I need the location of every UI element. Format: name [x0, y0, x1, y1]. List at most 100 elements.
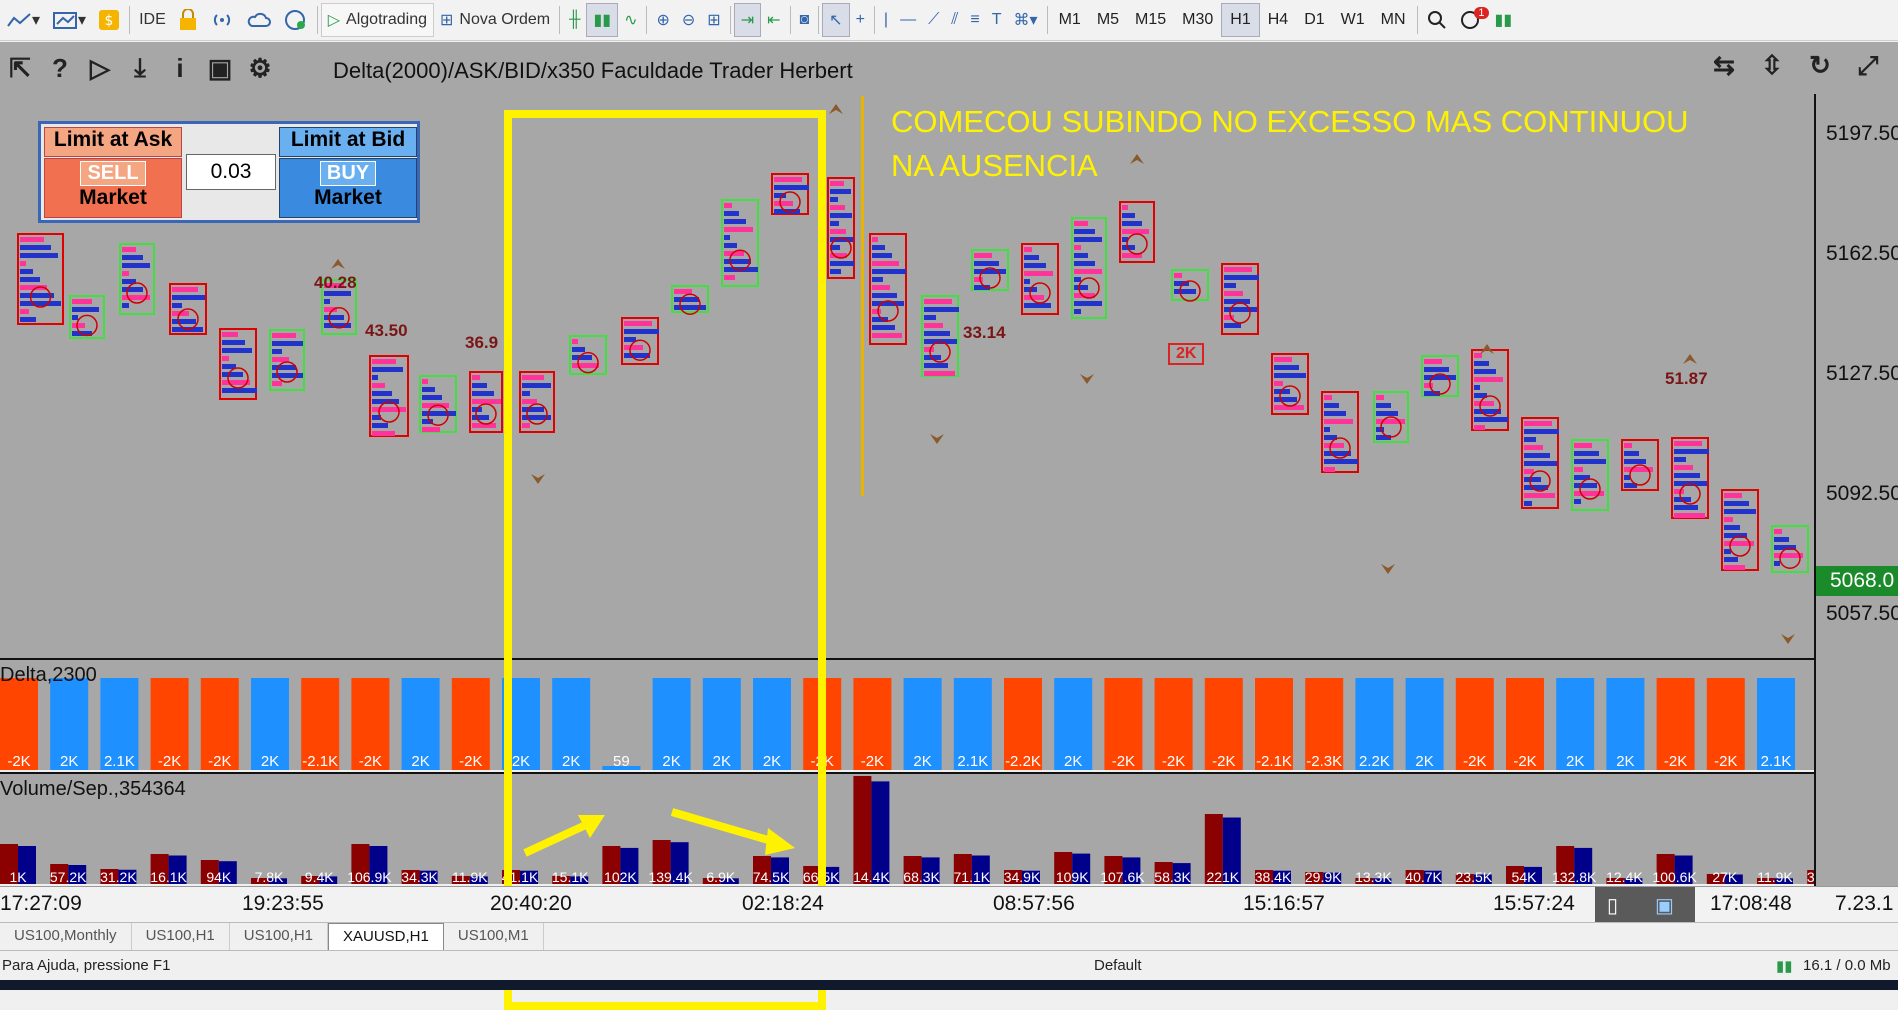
footprint-row — [830, 197, 838, 202]
zoom-in-icon[interactable]: ⊕ — [650, 3, 675, 37]
delta-indicator-pane[interactable]: Delta,2300 -2K 2K 2.1K -2K -2K 2K -2.1K -2K 2K -2… — [0, 658, 1814, 770]
gear-icon[interactable]: ⚙ — [240, 53, 280, 84]
lock-icon[interactable] — [172, 3, 204, 37]
footprint-row — [1574, 499, 1581, 504]
footprint-row — [872, 325, 895, 330]
footprint-row — [872, 333, 902, 338]
footprint-row — [1424, 375, 1456, 380]
candle-label: 43.50 — [365, 321, 408, 340]
widget-image-icon[interactable]: ▣ — [1655, 893, 1674, 918]
sell-button[interactable]: SELL Market — [44, 158, 182, 218]
sell-limit-button[interactable]: Limit at Ask — [44, 127, 182, 157]
play-outline-icon[interactable]: ▷ — [80, 53, 120, 84]
lot-size-input[interactable]: 0.03 — [186, 154, 276, 190]
footprint-row — [1574, 467, 1583, 472]
footprint-row — [1524, 501, 1532, 506]
algotrading-button[interactable]: ▷ Algotrading — [320, 3, 434, 37]
notifications-icon[interactable]: 1 — [1453, 3, 1489, 37]
chart-shift-icon[interactable]: ⇤ — [761, 3, 786, 37]
swap-arrows-icon[interactable]: ⇆ — [1704, 50, 1744, 82]
footprint-row — [1674, 457, 1686, 462]
crosshair-icon[interactable]: + — [850, 3, 871, 37]
text-icon[interactable]: T — [986, 3, 1008, 37]
signal-strength-icon[interactable]: ▮▮ — [1489, 3, 1519, 37]
chart-header: ⇱ ? ▷ ⤓ i ▣ ⚙ Delta(2000)/ASK/BID/x350 F… — [0, 42, 1898, 94]
buy-button[interactable]: BUY Market — [279, 158, 417, 218]
zoom-out-icon[interactable]: ⊖ — [676, 3, 701, 37]
timeframe-m15[interactable]: M15 — [1127, 3, 1174, 37]
cloud-icon[interactable] — [240, 3, 278, 37]
buy-limit-label: Limit at Bid — [290, 128, 406, 151]
chart-tab[interactable]: XAUUSD,H1 — [328, 923, 444, 950]
footprint-row — [272, 357, 289, 362]
footprint-row — [1474, 385, 1480, 390]
price-tick: 5057.50 — [1826, 602, 1898, 625]
volume-indicator-pane[interactable]: Volume/Sep.,354364 1K 57.2K 31.2K 16.1K 94K 7… — [0, 772, 1844, 885]
help-icon[interactable]: ? — [40, 53, 80, 84]
timeframe-m5[interactable]: M5 — [1089, 3, 1127, 37]
volume-bar-label: 34.8K — [1807, 869, 1814, 885]
delta-bar-label: -2K — [7, 753, 30, 770]
footprint-row — [1122, 229, 1149, 234]
arrow-up-left-icon[interactable]: ⇱ — [0, 53, 40, 84]
footprint-row — [1224, 275, 1259, 280]
price-axis[interactable]: 5197.50 5162.50 5127.50 5092.50 5057.50 … — [1814, 94, 1898, 890]
channel-icon[interactable]: ⫽ — [945, 3, 964, 37]
vps-icon[interactable] — [278, 3, 314, 37]
fit-vertical-icon[interactable]: ⇳ — [1752, 50, 1792, 82]
footprint-row — [1724, 493, 1742, 498]
search-icon[interactable] — [1421, 3, 1453, 37]
autoscroll-icon[interactable]: ⇥ — [733, 3, 762, 37]
new-order-icon: ⊞ — [440, 12, 454, 29]
vertical-line-icon[interactable]: | — [878, 3, 894, 37]
expand-icon[interactable]: ⤢ — [1848, 50, 1888, 82]
main-toolbar: ▾ ▾ $ IDE ▷ Algotrading ⊞ Nova Ordem ╫ ▮… — [0, 0, 1898, 41]
candlestick-icon[interactable]: ▮▮ — [586, 3, 619, 37]
footprint-row — [1376, 403, 1391, 408]
info-icon[interactable]: i — [160, 53, 200, 84]
ide-button[interactable]: IDE — [133, 3, 172, 37]
chart-tab[interactable]: US100,H1 — [132, 923, 230, 950]
volume-bar-label: 57.2K — [50, 869, 87, 885]
timeframe-h4[interactable]: H4 — [1260, 3, 1296, 37]
footprint-row — [1624, 443, 1632, 448]
window-icon[interactable]: ▣ — [200, 53, 240, 84]
new-order-button[interactable]: ⊞ Nova Ordem — [434, 3, 556, 37]
fibonacci-icon[interactable]: ≡ — [964, 3, 985, 37]
signal-icon[interactable] — [204, 3, 240, 37]
chart-template-icon[interactable]: ▾ — [46, 3, 92, 37]
timeframe-m1[interactable]: M1 — [1051, 3, 1089, 37]
reset-icon[interactable]: ↻ — [1800, 50, 1840, 82]
delta-bar-label: -2K — [861, 753, 884, 770]
bar-chart-icon[interactable]: ╫ — [563, 3, 586, 37]
timeframe-h1[interactable]: H1 — [1221, 3, 1260, 37]
status-profile[interactable]: Default — [1094, 957, 1142, 974]
trendline-icon[interactable]: ⟋ — [922, 3, 945, 37]
delta-bar-label: -2K — [1112, 753, 1135, 770]
timeframe-w1[interactable]: W1 — [1333, 3, 1373, 37]
horizontal-line-icon[interactable]: — — [894, 3, 922, 37]
line-chart-icon[interactable]: ▾ — [0, 3, 46, 37]
shapes-icon[interactable]: ⌘▾ — [1008, 3, 1044, 37]
cursor-icon[interactable]: ↖ — [822, 3, 850, 37]
download-icon[interactable]: ⤓ — [120, 52, 160, 84]
timeframe-mn[interactable]: MN — [1373, 3, 1414, 37]
grid-icon[interactable]: ⊞ — [701, 3, 726, 37]
line-icon[interactable]: ∿ — [618, 3, 643, 37]
time-axis[interactable]: 17:27:09 19:23:55 20:40:20 02:18:24 08:5… — [0, 886, 1898, 979]
chart-tab[interactable]: US100,Monthly — [0, 923, 132, 950]
timeframe-d1[interactable]: D1 — [1296, 3, 1332, 37]
dollar-icon[interactable]: $ — [92, 3, 126, 37]
footprint-row — [1024, 271, 1053, 276]
timeframe-m30[interactable]: M30 — [1174, 3, 1221, 37]
current-price-label: 5068.0 — [1816, 566, 1898, 596]
time-tick: 15:16:57 — [1243, 892, 1325, 915]
volume-bar-label: 9.4K — [305, 869, 334, 885]
footprint-row — [1324, 411, 1346, 416]
chart-tab[interactable]: US100,M1 — [444, 923, 544, 950]
buy-limit-button[interactable]: Limit at Bid — [279, 127, 417, 157]
widget-clipboard-icon[interactable]: ▯ — [1607, 893, 1618, 918]
chart-tab[interactable]: US100,H1 — [230, 923, 328, 950]
footprint-row — [1674, 441, 1702, 446]
screenshot-icon[interactable]: ◙ — [794, 3, 816, 37]
